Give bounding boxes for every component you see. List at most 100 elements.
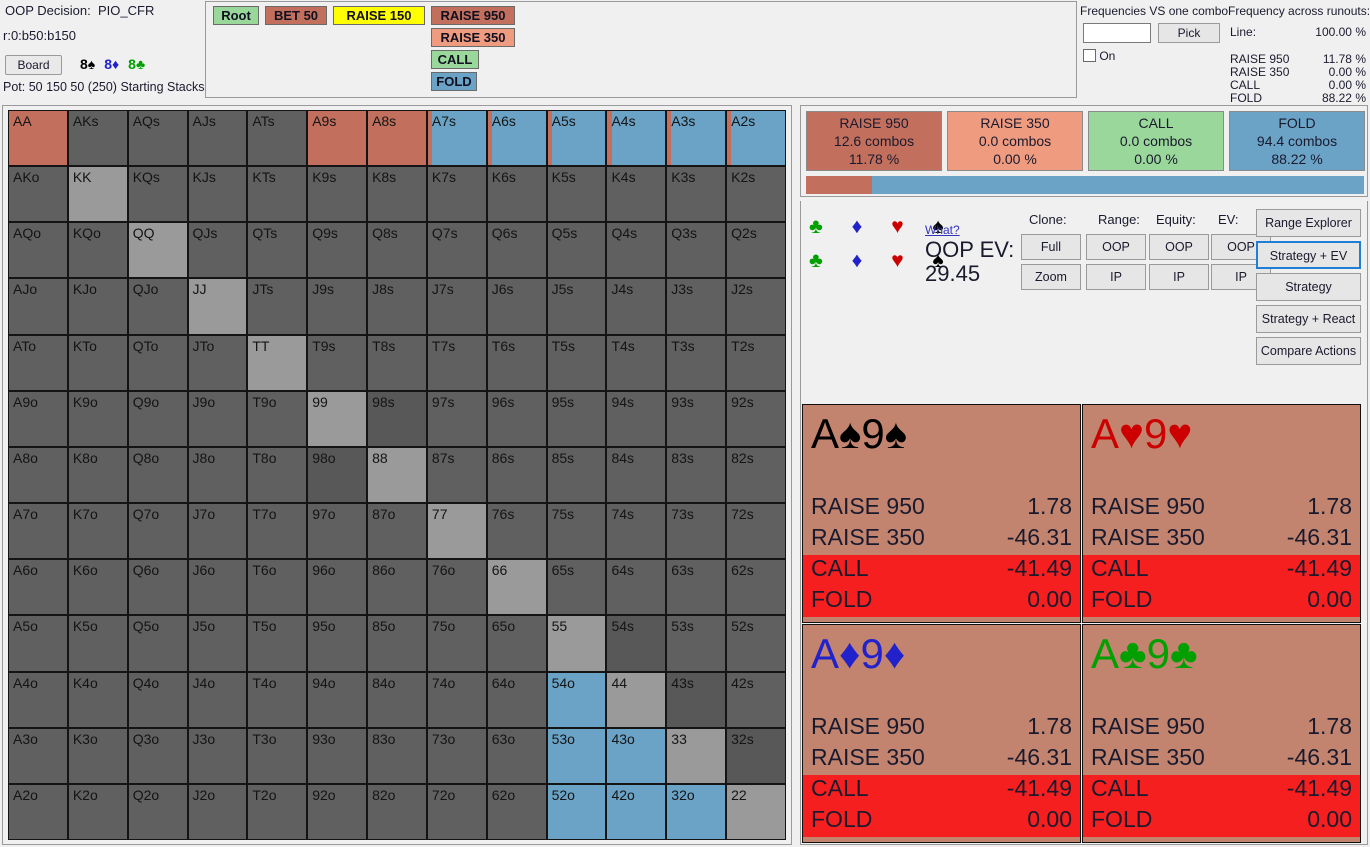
hand-cell[interactable]: 95s [546, 390, 607, 447]
hand-cell[interactable]: J2o [187, 783, 248, 840]
hand-cell[interactable]: T8o [247, 446, 308, 504]
hand-cell[interactable]: 53s [666, 615, 727, 672]
hand-cell[interactable]: 62o [486, 783, 547, 840]
hand-cell[interactable]: 86o [367, 559, 427, 616]
hand-cell[interactable]: 44 [606, 671, 667, 728]
hand-cell[interactable]: J2s [726, 278, 786, 335]
hand-cell[interactable]: ATs [247, 110, 308, 167]
hand-cell[interactable]: 72o [426, 783, 487, 840]
hand-cell[interactable]: A7o [8, 503, 68, 560]
range-ip-button[interactable]: IP [1086, 264, 1146, 290]
hand-cell[interactable]: 83o [367, 727, 427, 784]
hand-cell[interactable]: A3s [666, 110, 727, 167]
hand-cell[interactable]: KQs [127, 166, 188, 223]
hand-cell[interactable]: K9o [67, 390, 128, 447]
action-summary-box[interactable]: RAISE 350 0.0 combos 0.00 % [947, 111, 1083, 171]
hand-cell[interactable]: Q9o [127, 390, 188, 447]
hand-cell[interactable]: 97s [426, 390, 487, 447]
hand-cell[interactable]: 32o [666, 783, 727, 840]
hand-cell[interactable]: T7s [426, 334, 487, 391]
hand-cell[interactable]: K4s [606, 166, 667, 223]
hand-cell[interactable]: 93s [666, 390, 727, 447]
hand-cell[interactable]: 65s [546, 559, 607, 616]
hand-cell[interactable]: 43o [606, 727, 667, 784]
hand-cell[interactable]: 98o [307, 446, 368, 504]
hand-cell[interactable]: 92o [307, 783, 368, 840]
hand-cell[interactable]: KQo [67, 222, 128, 279]
hand-cell[interactable]: 84s [606, 446, 667, 504]
tree-node-raise-350[interactable]: RAISE 350 [431, 28, 515, 47]
hand-cell[interactable]: 64o [486, 671, 547, 728]
hand-cell[interactable]: J5s [546, 278, 607, 335]
strategy-plus-ev-button[interactable]: Strategy + EV [1256, 241, 1361, 269]
hand-cell[interactable]: A5s [546, 110, 607, 167]
hand-cell[interactable]: 64s [606, 559, 667, 616]
hand-cell[interactable]: Q8o [127, 446, 188, 504]
hand-cell[interactable]: T4s [606, 334, 667, 391]
hand-cell[interactable]: A2o [8, 783, 68, 840]
hand-cell[interactable]: AKs [67, 110, 128, 167]
hand-cell[interactable]: QJs [187, 222, 248, 279]
hand-cell[interactable]: 62s [726, 559, 786, 616]
strategy-button[interactable]: Strategy [1256, 273, 1361, 301]
hand-cell[interactable]: 72s [726, 503, 786, 560]
compare-actions-button[interactable]: Compare Actions [1256, 337, 1361, 365]
hand-cell[interactable]: QTo [127, 334, 188, 391]
hand-cell[interactable]: JTs [247, 278, 308, 335]
combo-detail-card[interactable]: A♦9♦ RAISE 950 1.78 RAISE 350 -46.31 CALL -41.… [802, 624, 1081, 843]
hand-cell[interactable]: K8s [367, 166, 427, 223]
hand-cell[interactable]: 88 [367, 446, 427, 504]
hand-cell[interactable]: T2s [726, 334, 786, 391]
hand-cell[interactable]: 74s [606, 503, 667, 560]
hand-cell[interactable]: 85o [367, 615, 427, 672]
hand-cell[interactable]: A7s [426, 110, 487, 167]
hand-cell[interactable]: 93o [307, 727, 368, 784]
pick-button[interactable]: Pick [1158, 23, 1220, 43]
hand-cell[interactable]: KJo [67, 278, 128, 335]
club-icon[interactable]: ♣ [809, 249, 832, 272]
hand-cell[interactable]: 42o [606, 783, 667, 840]
hand-cell[interactable]: Q4s [606, 222, 667, 279]
hand-cell[interactable]: AQs [127, 110, 188, 167]
hand-cell[interactable]: T7o [247, 503, 308, 560]
hand-cell[interactable]: 52o [546, 783, 607, 840]
hand-cell[interactable]: 32s [726, 727, 786, 784]
hand-cell[interactable]: J6s [486, 278, 547, 335]
hand-cell[interactable]: 85s [546, 446, 607, 504]
hand-cell[interactable]: 43s [666, 671, 727, 728]
hand-cell[interactable]: AJo [8, 278, 68, 335]
hand-cell[interactable]: KK [67, 166, 128, 223]
hand-cell[interactable]: Q2s [726, 222, 786, 279]
hand-cell[interactable]: Q6s [486, 222, 547, 279]
hand-cell[interactable]: J4s [606, 278, 667, 335]
hand-cell[interactable]: Q4o [127, 671, 188, 728]
heart-icon[interactable]: ♥ [891, 249, 912, 272]
hand-cell[interactable]: QQ [127, 222, 188, 279]
hand-cell[interactable]: A6s [486, 110, 547, 167]
hand-cell[interactable]: 97o [307, 503, 368, 560]
clone-full-button[interactable]: Full [1021, 234, 1081, 260]
combo-detail-card[interactable]: A♥9♥ RAISE 950 1.78 RAISE 350 -46.31 CALL -41.… [1082, 404, 1361, 623]
club-icon[interactable]: ♣ [809, 215, 832, 238]
tree-node-bet-50[interactable]: BET 50 [265, 6, 327, 25]
hand-cell[interactable]: K3o [67, 727, 128, 784]
range-explorer-button[interactable]: Range Explorer [1256, 209, 1361, 237]
hand-cell[interactable]: A2s [726, 110, 786, 167]
on-checkbox-row[interactable]: On [1083, 49, 1115, 63]
hand-cell[interactable]: 87s [426, 446, 487, 504]
hand-cell[interactable]: 73s [666, 503, 727, 560]
hand-cell[interactable]: Q3o [127, 727, 188, 784]
hand-cell[interactable]: A8o [8, 446, 68, 504]
hand-cell[interactable]: 22 [726, 783, 786, 840]
hand-cell[interactable]: 86s [486, 446, 547, 504]
hand-cell[interactable]: T6o [247, 559, 308, 616]
hand-cell[interactable]: A4o [8, 671, 68, 728]
hand-cell[interactable]: AA [8, 110, 68, 167]
hand-cell[interactable]: 54s [606, 615, 667, 672]
hand-cell[interactable]: K3s [666, 166, 727, 223]
hand-cell[interactable]: K2o [67, 783, 128, 840]
hand-cell[interactable]: K7s [426, 166, 487, 223]
hand-cell[interactable]: T9s [307, 334, 368, 391]
hand-cell[interactable]: 87o [367, 503, 427, 560]
hand-cell[interactable]: T5s [546, 334, 607, 391]
